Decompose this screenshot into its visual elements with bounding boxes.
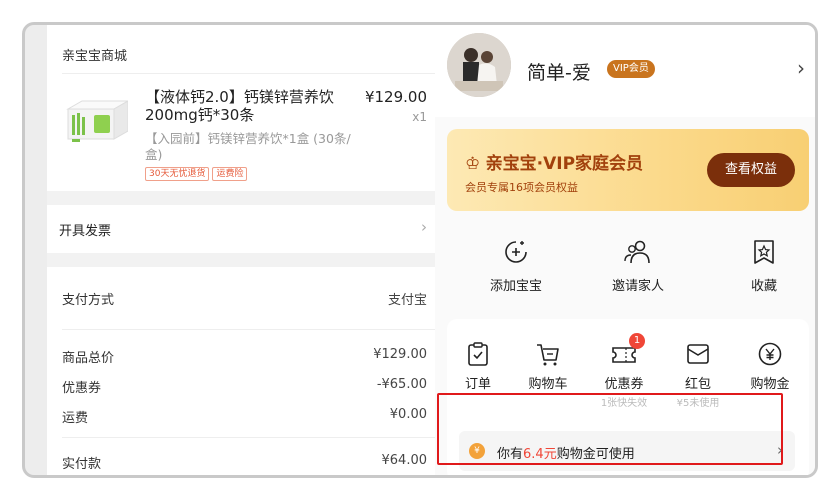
payment-method-value: 支付宝	[387, 293, 427, 308]
shop-card: 亲宝宝商城 【液体钙2.0】钙镁锌营养饮200mg钙*30条 ¥129.00 x…	[47, 25, 441, 191]
favorites-label: 收藏	[750, 279, 777, 294]
crown-icon: ♔	[465, 154, 486, 174]
yuan-coin-icon	[758, 342, 782, 366]
invite-family-icon	[624, 240, 650, 264]
cart-label: 购物车	[528, 377, 568, 392]
paid-label: 实付款	[62, 457, 102, 472]
order-panel: 亲宝宝商城 【液体钙2.0】钙镁锌营养饮200mg钙*30条 ¥129.00 x…	[47, 25, 441, 475]
quick-actions: 添加宝宝 邀请家人 收藏	[435, 225, 815, 309]
tag-insurance: 运费险	[212, 167, 248, 181]
paid-value: ¥64.00	[381, 453, 428, 468]
coupon-count-badge: 1	[629, 333, 645, 349]
shopping-credit-button[interactable]: 购物金	[737, 341, 803, 392]
payment-method-label: 支付方式	[62, 293, 115, 308]
invoice-row[interactable]: 开具发票 ›	[47, 205, 441, 253]
total-label: 商品总价	[62, 351, 115, 366]
chevron-right-icon: ›	[421, 218, 427, 236]
total-value: ¥129.00	[373, 347, 427, 362]
tag-return: 30天无忧退货	[145, 167, 210, 181]
payment-card: 支付方式 支付宝 商品总价 ¥129.00 优惠券 -¥65.00 运费 ¥0.…	[47, 267, 441, 475]
invoice-label: 开具发票	[59, 224, 112, 239]
shop-name[interactable]: 亲宝宝商城	[62, 45, 127, 64]
vip-badge: VIP会员	[607, 60, 655, 78]
orders-label: 订单	[464, 377, 491, 392]
invite-family-button[interactable]: 邀请家人	[593, 239, 683, 294]
divider	[62, 437, 441, 438]
chevron-right-icon[interactable]: ›	[797, 56, 805, 80]
payment-method-row[interactable]: 支付方式 支付宝	[62, 289, 427, 308]
product-title[interactable]: 【液体钙2.0】钙镁锌营养饮200mg钙*30条	[145, 88, 335, 124]
service-tags: 30天无忧退货 运费险	[145, 167, 248, 181]
paid-row: 实付款 ¥64.00	[62, 453, 427, 472]
bookmark-star-icon	[754, 240, 774, 264]
shipping-row: 运费 ¥0.00	[62, 407, 427, 426]
avatar[interactable]	[447, 33, 511, 97]
vip-title: ♔ 亲宝宝·VIP家庭会员	[465, 154, 644, 174]
coupons-label: 优惠券	[604, 377, 644, 392]
product-spec: 【入园前】钙镁锌营养饮*1盒 (30条/盒)	[145, 131, 351, 162]
cart-icon	[537, 344, 559, 366]
shipping-label: 运费	[62, 411, 89, 426]
highlight-box	[437, 393, 783, 465]
clipboard-icon	[468, 342, 488, 366]
add-baby-label: 添加宝宝	[489, 279, 542, 294]
orders-button[interactable]: 订单	[445, 341, 511, 392]
add-baby-icon	[505, 241, 527, 263]
product-image[interactable]	[62, 89, 130, 155]
username: 简单-爱	[527, 62, 591, 84]
divider	[62, 329, 441, 330]
invite-family-label: 邀请家人	[611, 279, 664, 294]
add-baby-button[interactable]: 添加宝宝	[471, 239, 561, 294]
coupon-label: 优惠券	[62, 381, 102, 396]
divider	[62, 73, 441, 74]
red-packet-icon	[687, 344, 709, 364]
coupon-row: 优惠券 -¥65.00	[62, 377, 427, 396]
product-quantity: x1	[412, 110, 427, 124]
red-packet-label: 红包	[684, 377, 711, 392]
profile-header[interactable]: 简单-爱 VIP会员 ›	[435, 25, 815, 117]
vip-subtitle: 会员专属16项会员权益	[465, 181, 578, 194]
shipping-value: ¥0.00	[389, 407, 427, 422]
vip-membership-card[interactable]: ♔ 亲宝宝·VIP家庭会员 会员专属16项会员权益 查看权益	[447, 129, 809, 211]
favorites-button[interactable]: 收藏	[719, 239, 809, 294]
product-price: ¥129.00	[364, 88, 427, 106]
shopping-credit-label: 购物金	[750, 377, 790, 392]
coupon-value: -¥65.00	[376, 377, 427, 392]
cart-button[interactable]: 购物车	[515, 341, 581, 392]
view-benefits-button[interactable]: 查看权益	[707, 153, 795, 187]
total-row: 商品总价 ¥129.00	[62, 347, 427, 366]
